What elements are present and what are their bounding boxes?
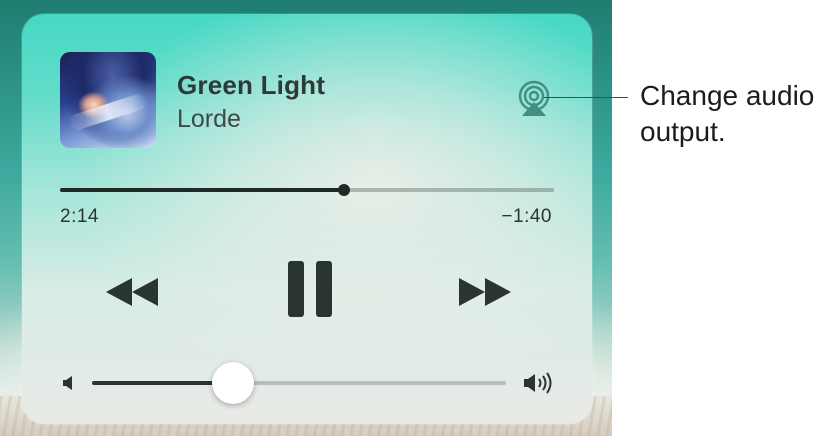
track-artist: Lorde [177,105,241,133]
album-artwork[interactable] [60,52,156,148]
rewind-button[interactable] [102,272,162,312]
pause-button[interactable] [282,257,338,321]
speaker-low-icon [60,374,78,392]
screenshot: Green Light Lorde 2:14 −1:40 Change audi… [0,0,824,436]
rewind-icon [106,278,158,306]
volume-slider-knob[interactable] [211,362,254,404]
callout-leader-line [544,97,628,98]
speaker-high-icon [522,371,556,395]
airplay-icon[interactable] [516,80,552,116]
volume-slider[interactable] [92,362,506,404]
remaining-time: −1:40 [501,206,552,227]
playback-scrubber-knob[interactable] [338,184,351,196]
fast-forward-button[interactable] [455,272,515,312]
playback-progress-fill [60,188,345,192]
pause-icon [288,261,332,317]
fast-forward-icon [459,278,511,306]
playback-scrubber[interactable] [60,184,554,196]
elapsed-time: 2:14 [60,206,99,227]
callout-label: Change audio output. [640,80,815,147]
now-playing-panel: Green Light Lorde 2:14 −1:40 [22,14,592,424]
track-title: Green Light [177,70,326,100]
